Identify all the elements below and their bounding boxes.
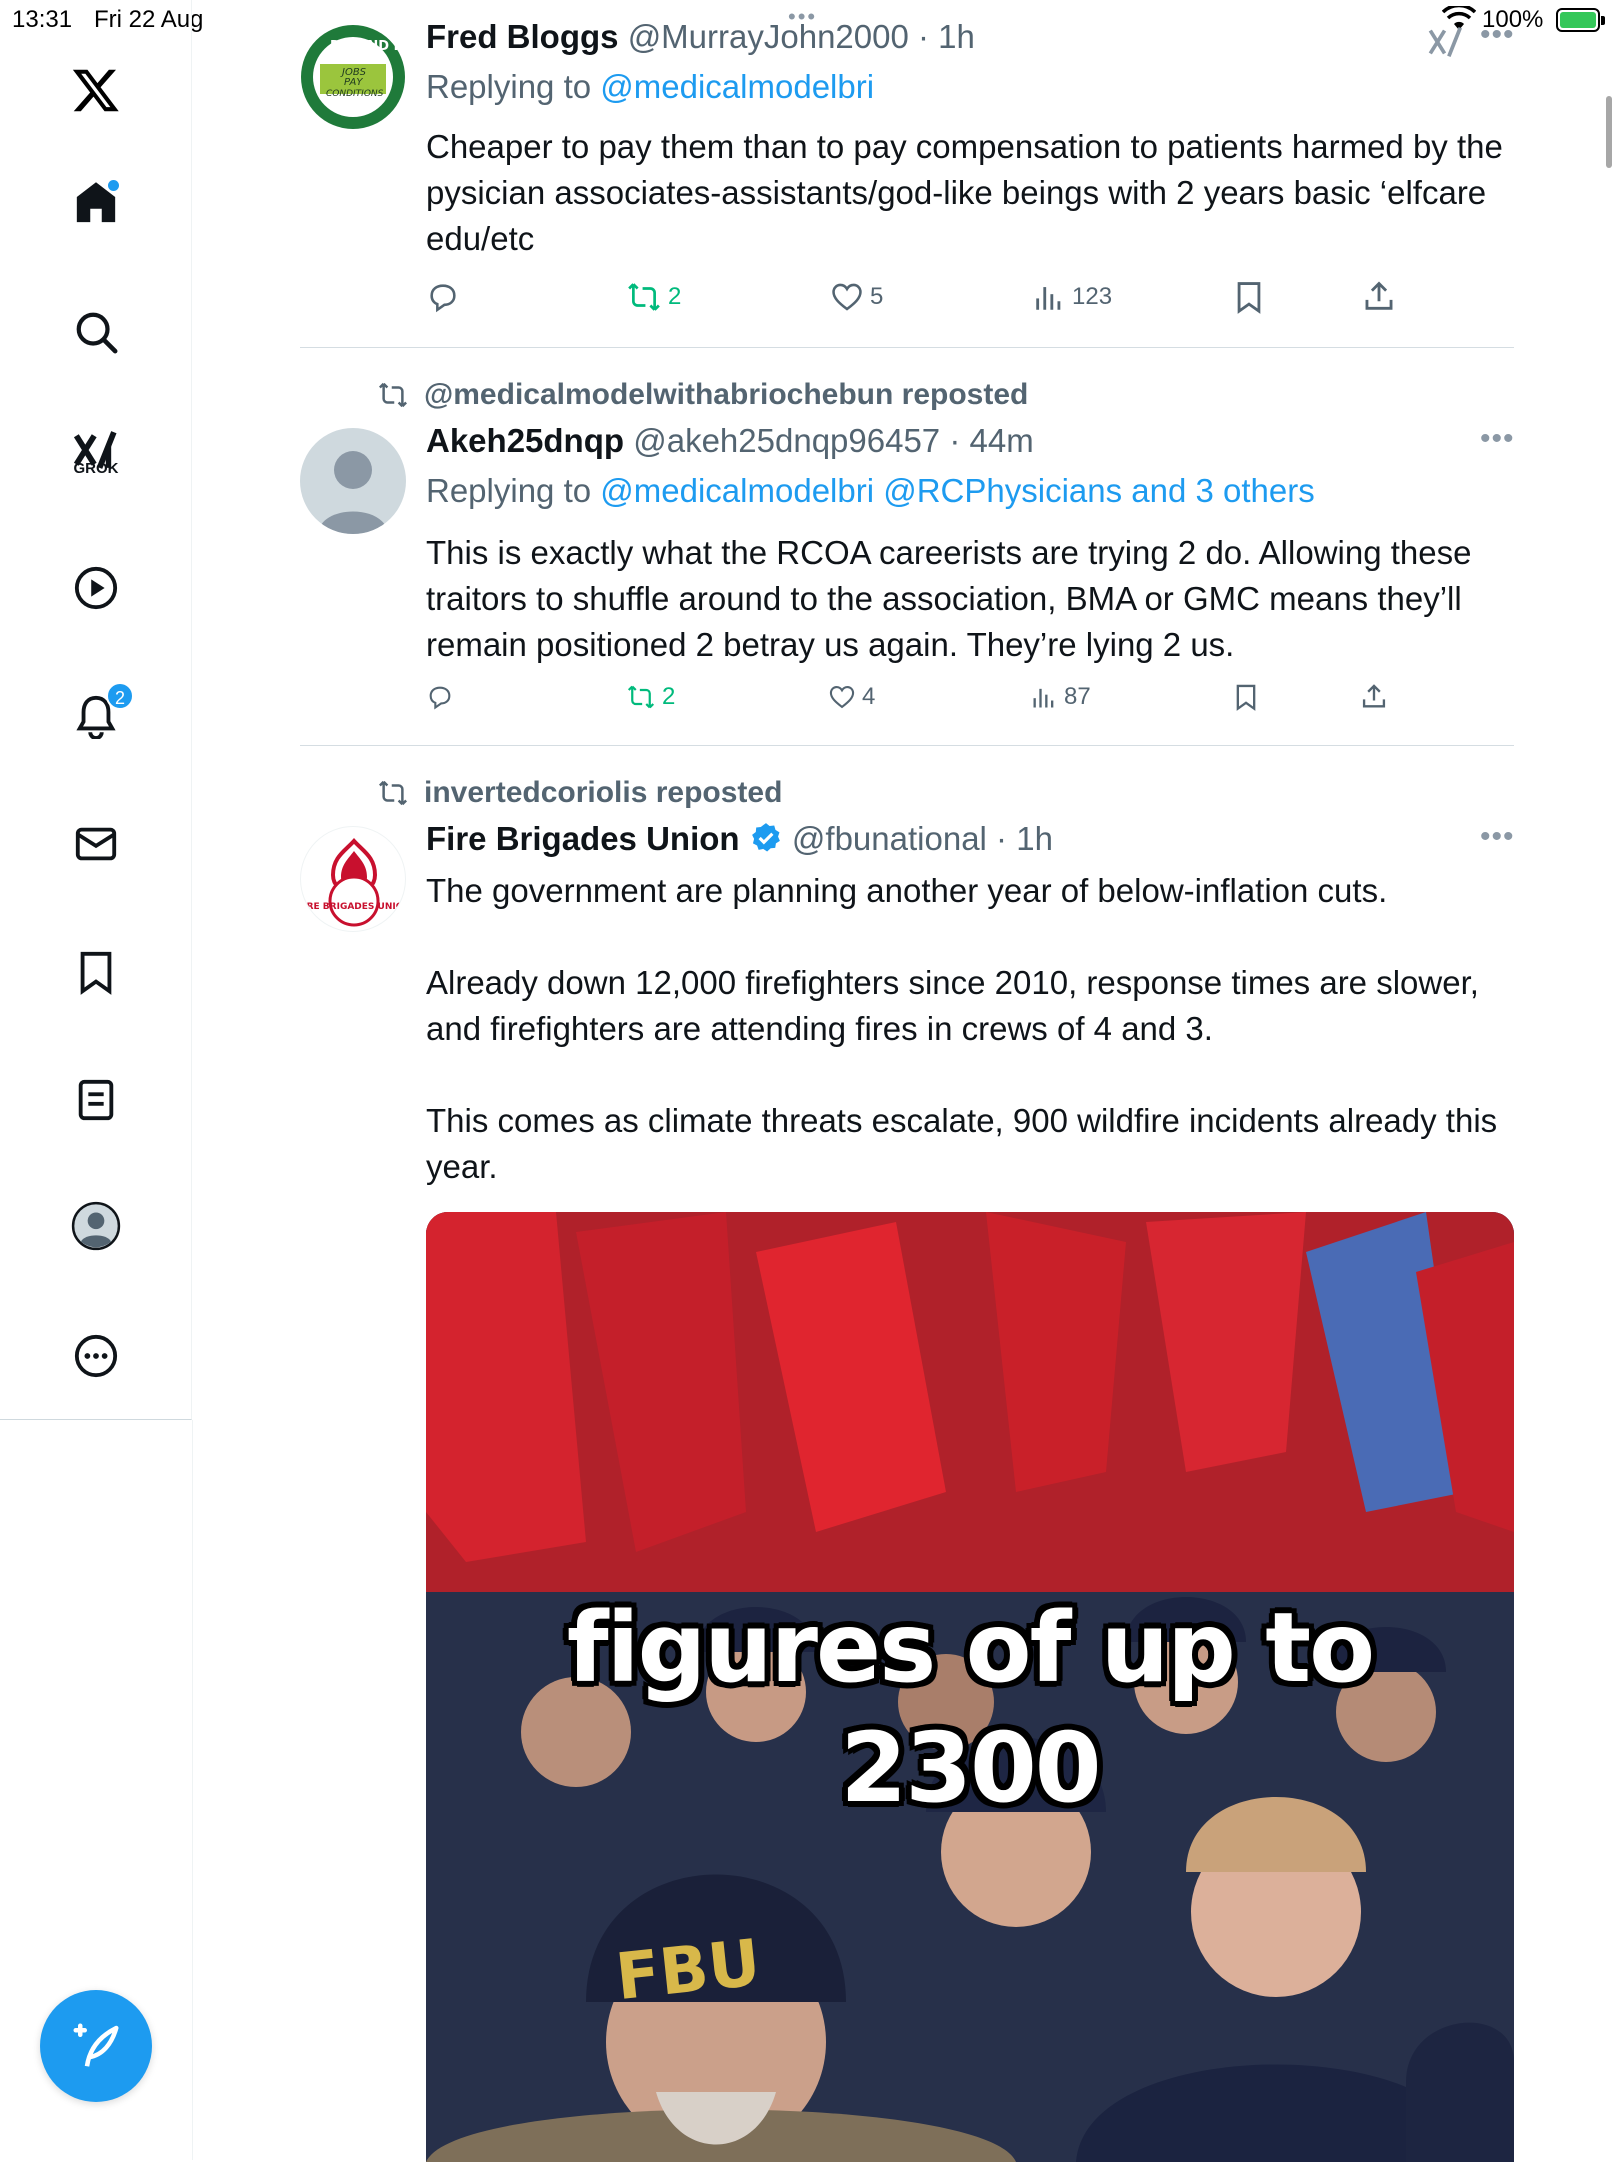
tweet-text: The government are planning another year… [426, 868, 1516, 1190]
repost-line: invertedcoriolis reposted [376, 776, 782, 810]
author-name[interactable]: Fred Bloggs [426, 18, 619, 55]
reply-button[interactable] [426, 280, 460, 314]
tweet-divider [300, 347, 1514, 348]
avatar-text: FIRE BRIGADES UNION [301, 902, 406, 912]
tweet-media-image[interactable]: FBU figures of up to 2300 [426, 1212, 1514, 2162]
bell-icon[interactable]: 2 [56, 676, 136, 756]
retweet-count: 2 [668, 283, 682, 310]
media-caption-line-1: figures of up to [566, 1592, 1375, 1704]
tweet-actions: 2 4 87 [426, 683, 1426, 723]
repost-by[interactable]: invertedcoriolis reposted [424, 776, 782, 810]
retweet-icon [378, 780, 408, 806]
tweet-header: Fire Brigades Union @fbunational · 1h [426, 820, 1053, 857]
battery-icon [1556, 8, 1605, 32]
views-icon [1033, 688, 1054, 708]
replying-to: Replying to @medicalmodelbri [426, 68, 875, 105]
avatar[interactable]: DEFEND Rail JOBS PAY CONDITIONS RMT [300, 24, 406, 130]
author-name[interactable]: Fire Brigades Union [426, 820, 740, 857]
tweet-time[interactable]: 44m [970, 422, 1034, 459]
reply-link[interactable]: @medicalmodelbri @RCPhysicians and 3 oth… [600, 472, 1314, 509]
share-icon [1365, 281, 1393, 310]
mail-icon[interactable] [56, 804, 136, 884]
views-icon [1036, 287, 1061, 310]
share-button[interactable] [1360, 683, 1388, 711]
bookmark-icon [1237, 282, 1261, 314]
tweet-paragraph: This comes as climate threats escalate, … [426, 1102, 1498, 1185]
tweet-time[interactable]: 1h [938, 18, 975, 55]
like-button[interactable]: 4 [828, 683, 875, 711]
tweet-time[interactable]: 1h [1016, 820, 1053, 857]
media-caption-line-2: 2300 [840, 1712, 1101, 1824]
bookmark-button[interactable] [1232, 683, 1260, 711]
svg-text:RMT: RMT [345, 103, 365, 112]
notifications-badge: 2 [106, 682, 134, 710]
scrollbar[interactable] [1606, 96, 1612, 168]
search-icon[interactable] [56, 292, 136, 372]
verified-icon [751, 823, 780, 852]
views-button[interactable]: 123 [1032, 280, 1112, 314]
sidebar-nav: GROK 2 [0, 0, 192, 1420]
reply-icon [429, 686, 451, 710]
retweet-button[interactable]: 2 [626, 280, 681, 314]
avatar-text: DEFEND Rail [330, 39, 406, 54]
author-handle[interactable]: @MurrayJohn2000 [628, 18, 909, 55]
like-count: 4 [862, 683, 876, 710]
reply-button[interactable] [426, 683, 454, 711]
author-handle[interactable]: @akeh25dnqp96457 [633, 422, 940, 459]
more-icon[interactable] [56, 1316, 136, 1396]
reply-icon [430, 284, 456, 313]
replying-to: Replying to @medicalmodelbri @RCPhysicia… [426, 472, 1315, 509]
author-handle[interactable]: @fbunational [792, 820, 987, 857]
tweet-paragraph: Already down 12,000 firefighters since 2… [426, 964, 1479, 1047]
like-icon [829, 686, 855, 709]
profile-icon[interactable] [56, 1186, 136, 1266]
repost-line: @medicalmodelwithabriochebun reposted [376, 378, 1028, 412]
lists-icon[interactable] [56, 1060, 136, 1140]
more-options-icon[interactable]: ••• [1480, 820, 1515, 854]
share-button[interactable] [1362, 280, 1396, 314]
home-icon[interactable] [56, 162, 136, 242]
hat-text: FBU [612, 1926, 763, 2015]
reply-link[interactable]: @medicalmodelbri [600, 68, 874, 105]
more-options-icon[interactable]: ••• [1480, 422, 1515, 456]
avatar[interactable] [300, 428, 406, 534]
compose-icon [73, 2023, 119, 2067]
like-icon [832, 283, 862, 311]
views-count: 123 [1072, 283, 1113, 310]
video-icon[interactable] [56, 548, 136, 628]
repost-by[interactable]: @medicalmodelwithabriochebun reposted [424, 378, 1028, 412]
retweet-icon [378, 382, 408, 408]
author-name[interactable]: Akeh25dnqp [426, 422, 624, 459]
like-count: 5 [870, 283, 884, 310]
x-logo-icon[interactable] [56, 50, 136, 130]
retweet-button[interactable]: 2 [626, 683, 675, 711]
grok-label: GROK [73, 460, 119, 477]
more-options-icon[interactable]: ••• [1480, 18, 1515, 52]
views-button[interactable]: 87 [1030, 683, 1091, 711]
tweet-text: Cheaper to pay them than to pay compensa… [426, 128, 1503, 257]
tweet-divider [300, 745, 1514, 746]
retweet-icon [628, 283, 660, 311]
compose-button[interactable] [40, 1990, 152, 2102]
tweet-paragraph: The government are planning another year… [426, 872, 1388, 909]
grok-icon[interactable]: GROK [56, 410, 136, 490]
retweet-icon [627, 685, 655, 709]
bookmark-icon[interactable] [56, 932, 136, 1012]
like-button[interactable]: 5 [830, 280, 883, 314]
avatar[interactable]: FIRE BRIGADES UNION [300, 826, 406, 932]
tweet-actions: 2 5 123 [426, 280, 1426, 320]
svg-text:CONDITIONS: CONDITIONS [326, 89, 384, 99]
views-count: 87 [1064, 683, 1091, 710]
bookmark-icon [1236, 684, 1256, 711]
sidebar-divider [192, 1420, 193, 2160]
tweet-header: Akeh25dnqp @akeh25dnqp96457 · 44m [426, 422, 1034, 459]
grok-overlay-icon[interactable] [1426, 24, 1466, 65]
svg-text:PAY: PAY [344, 77, 363, 88]
share-icon [1362, 684, 1386, 708]
tweet-text: This is exactly what the RCOA careerists… [426, 534, 1472, 663]
bookmark-button[interactable] [1232, 280, 1266, 314]
home-unread-dot [108, 180, 119, 191]
retweet-count: 2 [662, 683, 676, 710]
tweet-header: Fred Bloggs @MurrayJohn2000 · 1h [426, 18, 975, 55]
